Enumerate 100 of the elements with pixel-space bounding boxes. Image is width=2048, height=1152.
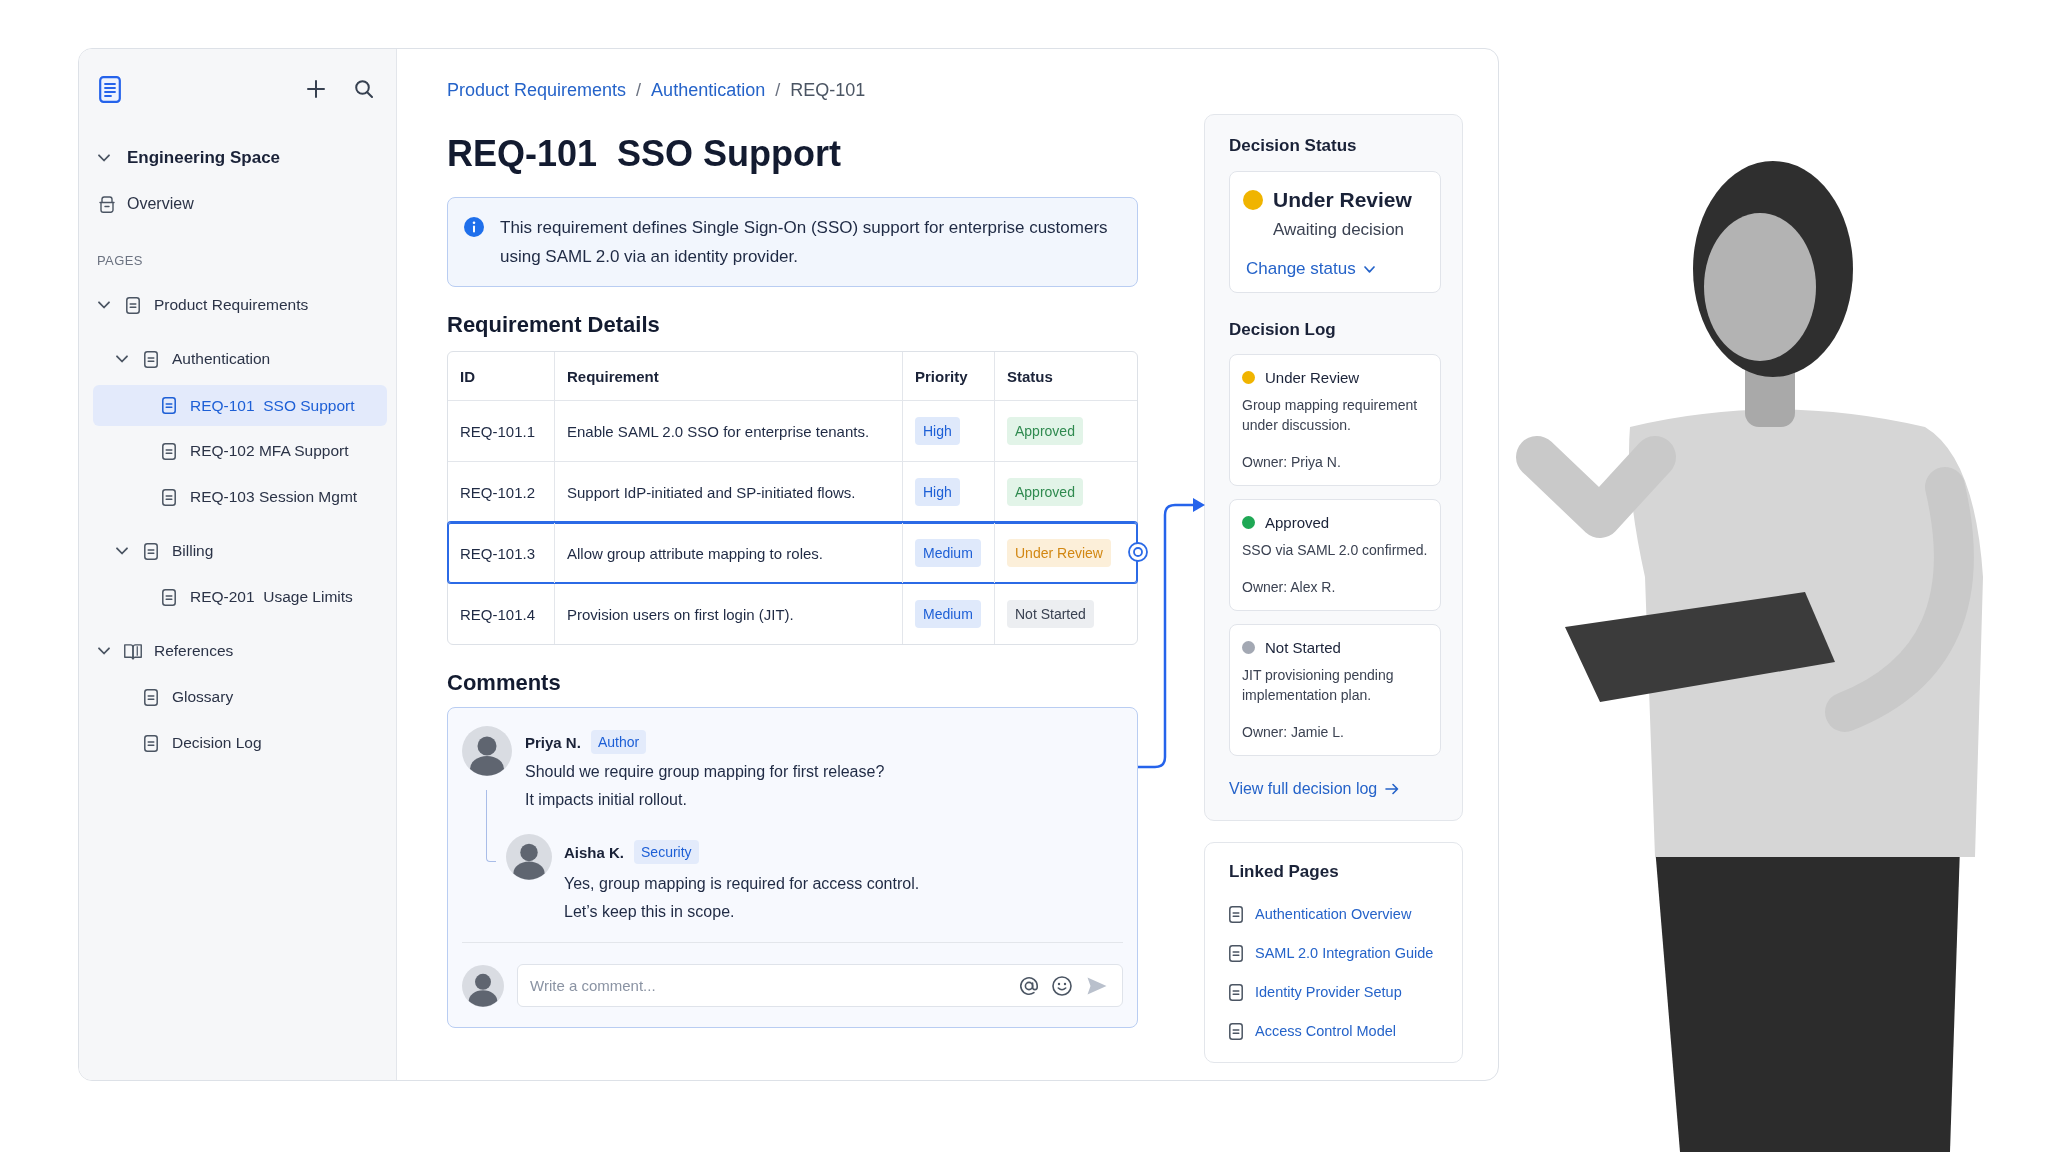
table-cell-text: REQ-101.2 [459, 482, 537, 503]
status-tag: Under Review [1007, 539, 1111, 567]
status-tag: Not Started [1007, 600, 1094, 628]
avatar-icon [462, 964, 504, 1007]
info-text: This requirement defines Single Sign-On (SSO) support for enterprise customers using SAML 2.0 via an identity provider. [500, 217, 1109, 268]
section-heading: Comments [447, 669, 562, 697]
page-icon [144, 734, 158, 752]
page-icon [162, 397, 176, 414]
column-header: Requirement [554, 352, 902, 400]
chevron-icon[interactable] [116, 547, 128, 555]
status-note: Awaiting decision [1273, 219, 1406, 241]
page-icon [144, 350, 158, 368]
status-tag: Approved [1007, 417, 1083, 445]
table-row[interactable]: REQ-101.4 Provision users on first login (JIT). Medium Not Started [448, 583, 1137, 644]
info-icon [464, 217, 484, 237]
change-status-link[interactable]: Change status [1246, 257, 1375, 281]
section-heading: Requirement Details [447, 311, 661, 339]
breadcrumb-separator: / [636, 79, 642, 101]
thread-line [486, 790, 496, 862]
sidebar-item[interactable]: REQ-101 SSO Support [93, 385, 387, 426]
page-icon [126, 296, 140, 314]
log-status-label: Approved [1265, 513, 1330, 531]
avatar-icon [462, 726, 512, 776]
column-header: Priority [902, 352, 994, 400]
sidebar-item[interactable]: References [93, 628, 387, 674]
table-row[interactable]: REQ-101.1 Enable SAML 2.0 SSO for enterprise tenants. High Approved [448, 400, 1137, 461]
page-icon [1229, 905, 1243, 923]
priority-tag: High [915, 478, 960, 506]
table-row[interactable]: REQ-101.2 Support IdP-initiated and SP-initiated flows. High Approved [448, 461, 1137, 522]
document-icon[interactable] [99, 75, 121, 103]
linked-page-link[interactable]: Access Control Model [1229, 1019, 1442, 1043]
sidebar-link[interactable]: Overview [79, 187, 396, 221]
log-owner: Owner: Alex R. [1242, 578, 1337, 597]
table-cell: Allow group attribute mapping to roles. [554, 523, 902, 583]
table-cell-text: REQ-101.1 [459, 421, 537, 442]
comment-input[interactable]: Write a comment... [517, 964, 1123, 1007]
comment-text: Yes, group mapping is required for access control. [564, 874, 921, 894]
comment-text: It impacts initial rollout. [525, 790, 688, 810]
status-tag: Approved [1007, 478, 1083, 506]
log-entry-text: JIT provisioning pending implementation plan. [1242, 666, 1395, 705]
sidebar-item[interactable]: Product Requirements [93, 282, 387, 328]
priority-tag: Medium [915, 600, 981, 628]
sidebar-item[interactable]: Authentication [93, 336, 387, 382]
log-entry-text: SSO via SAML 2.0 confirmed. [1242, 541, 1429, 560]
priority-tag: Medium [915, 539, 981, 567]
linked-page-link[interactable]: SAML 2.0 Integration Guide [1229, 941, 1442, 965]
panel-heading: Decision Status [1229, 135, 1358, 157]
table-cell-text: REQ-101.3 [459, 543, 537, 564]
page-icon [162, 488, 176, 506]
breadcrumb-separator: / [775, 79, 781, 101]
status-label: Under Review [1273, 188, 1412, 212]
breadcrumb-current: REQ-101 [790, 79, 866, 101]
chevron-icon[interactable] [116, 355, 128, 363]
sidebar-item[interactable]: REQ-103 Session Mgmt [93, 474, 387, 520]
at-sign-icon[interactable] [1019, 975, 1039, 996]
priority-tag: High [915, 417, 960, 445]
table-row[interactable]: REQ-101.3 Allow group attribute mapping to roles. Medium Under Review [448, 522, 1137, 583]
column-header: ID [459, 366, 476, 387]
space-header[interactable]: Engineering Space [79, 141, 396, 175]
page-icon [162, 588, 176, 606]
breadcrumb-link[interactable]: Authentication [651, 79, 766, 101]
column-header: Status [994, 352, 1137, 400]
sidebar-item[interactable]: Billing [93, 528, 387, 574]
log-owner: Owner: Jamie L. [1242, 723, 1345, 742]
linked-page-link[interactable]: Authentication Overview [1229, 902, 1442, 926]
comment-author: Aisha K. [564, 843, 624, 861]
arrow-right-icon [1385, 783, 1400, 795]
comment-author: Priya N. [525, 733, 581, 751]
avatar-icon [506, 834, 552, 880]
breadcrumb-link[interactable]: Product Requirements [447, 79, 627, 101]
chevron-icon[interactable] [98, 647, 110, 655]
log-owner: Owner: Priya N. [1242, 453, 1342, 472]
caret-icon [1363, 265, 1375, 273]
linked-page-link[interactable]: Identity Provider Setup [1229, 980, 1442, 1004]
box-icon [99, 195, 115, 213]
page-icon [144, 688, 158, 706]
page-icon [1229, 1022, 1243, 1040]
chevron-icon[interactable] [98, 154, 110, 162]
ring-icon[interactable] [1128, 542, 1148, 562]
log-status-label: Not Started [1265, 638, 1341, 656]
table-cell: Support IdP-initiated and SP-initiated flows. [554, 462, 902, 522]
decision-log-link[interactable]: View full decision log [1229, 778, 1400, 800]
log-status-label: Under Review [1265, 368, 1360, 386]
sidebar-item[interactable]: REQ-201 Usage Limits [93, 574, 387, 620]
plus-icon[interactable] [307, 80, 325, 98]
panel-heading: Decision Log [1229, 319, 1337, 341]
sidebar-item[interactable]: REQ-102 MFA Support [93, 428, 387, 474]
chevron-icon[interactable] [98, 301, 110, 309]
search-icon[interactable] [355, 80, 373, 98]
log-entry-text: Group mapping requirement under discussion. [1242, 396, 1419, 435]
panel-heading: Linked Pages [1229, 861, 1340, 883]
comment-text: Should we require group mapping for first release? [525, 762, 886, 782]
sidebar-item[interactable]: Glossary [93, 674, 387, 720]
sidebar-item[interactable]: Decision Log [93, 720, 387, 766]
page-icon [144, 542, 158, 560]
smiley-icon[interactable] [1052, 975, 1072, 996]
section-label: PAGES [96, 252, 144, 270]
role-tag: Security [634, 840, 699, 864]
page-icon [1229, 944, 1243, 962]
book-icon [124, 642, 142, 660]
